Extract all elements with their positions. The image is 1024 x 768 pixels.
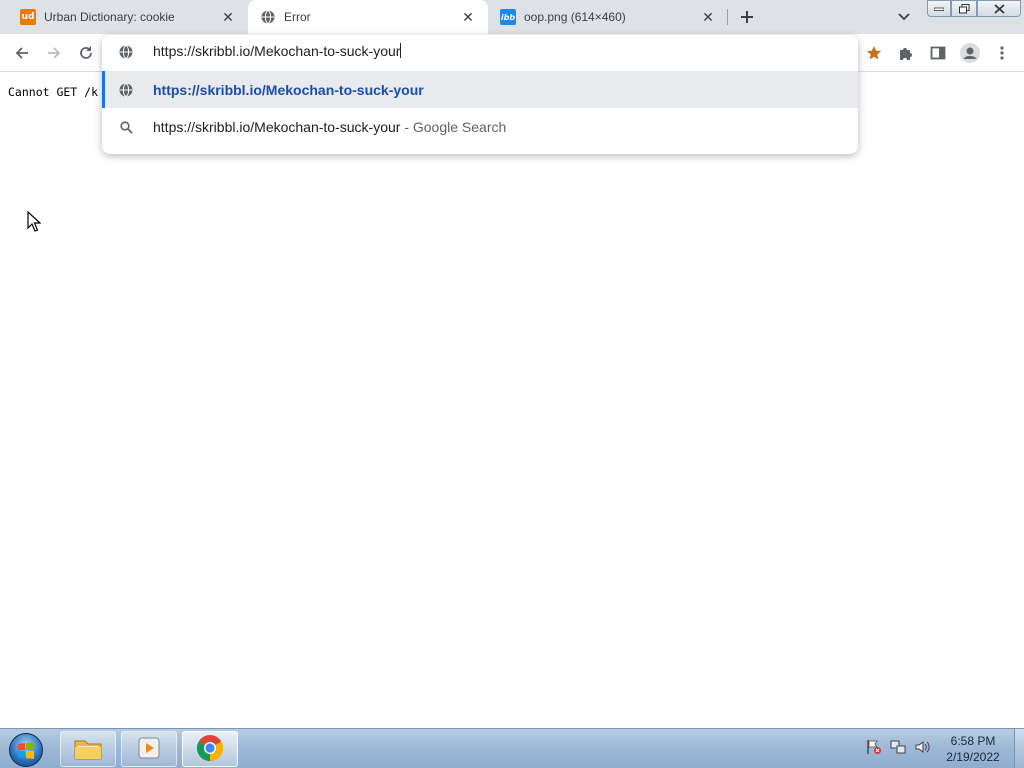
tab-separator [727,9,728,25]
profile-avatar-icon[interactable] [958,41,982,65]
address-input-value: https://skribbl.io/Mekochan-to-suck-your [153,43,401,59]
suggestion-description: - Google Search [400,118,507,135]
tab-title: Urban Dictionary: cookie [44,10,175,24]
suggestion-query: https://skribbl.io/Mekochan-to-suck-your [153,118,401,135]
close-window-button[interactable] [977,0,1021,17]
close-tab-icon[interactable]: ✕ [700,9,716,25]
start-button[interactable] [6,732,46,768]
chrome-icon [196,734,224,765]
tab-urban-dictionary[interactable]: ud Urban Dictionary: cookie ✕ [8,0,248,34]
new-tab-button[interactable] [735,5,759,29]
taskbar-explorer-button[interactable] [60,731,116,767]
close-tab-icon[interactable]: ✕ [220,9,236,25]
system-tray [866,739,930,755]
volume-speaker-icon[interactable] [914,739,930,755]
minimize-button[interactable] [927,0,951,17]
urban-dictionary-icon: ud [20,9,36,25]
globe-icon [118,82,134,98]
back-button[interactable] [10,41,34,65]
side-panel-icon[interactable] [926,41,950,65]
network-icon[interactable] [890,739,906,755]
tab-oop-png[interactable]: ibb oop.png (614×460) ✕ [488,0,728,34]
tab-title: Error [284,10,311,24]
extensions-puzzle-icon[interactable] [894,41,918,65]
menu-kebab-icon[interactable] [990,41,1014,65]
error-message: Cannot GET /k [8,85,99,99]
tab-strip: ud Urban Dictionary: cookie ✕ Error ✕ ib… [0,0,1024,34]
tab-title: oop.png (614×460) [524,10,626,24]
forward-button[interactable] [42,41,66,65]
address-input[interactable]: https://skribbl.io/Mekochan-to-suck-your [153,43,402,59]
globe-icon [260,9,276,25]
taskbar-clock[interactable]: 6:58 PM 2/19/2022 [936,733,1010,765]
taskbar-chrome-button[interactable] [182,731,238,767]
restore-button[interactable] [951,0,977,17]
close-tab-icon[interactable]: ✕ [460,9,476,25]
reload-button[interactable] [74,41,98,65]
tab-search-chevron-icon[interactable] [893,7,915,27]
folder-icon [73,735,103,764]
windows-logo-icon [9,733,43,767]
address-bar[interactable]: https://skribbl.io/Mekochan-to-suck-your [102,35,858,69]
suggestion-text: https://skribbl.io/Mekochan-to-suck-your [153,81,424,98]
show-desktop-button[interactable] [1014,729,1024,768]
action-center-flag-icon[interactable] [866,739,882,755]
omnibox-dropdown: https://skribbl.io/Mekochan-to-suck-your… [102,35,858,154]
media-player-icon [136,735,162,764]
windows-taskbar: 6:58 PM 2/19/2022 [0,728,1024,768]
search-icon [118,119,134,135]
suggestion-text: https://skribbl.io/Mekochan-to-suck-your… [153,119,506,135]
text-caret [400,43,402,58]
suggestion-url[interactable]: https://skribbl.io/Mekochan-to-suck-your [102,71,858,108]
bookmark-star-icon[interactable] [862,41,886,65]
tab-error[interactable]: Error ✕ [248,0,488,34]
globe-icon [118,44,134,60]
mouse-cursor-icon [27,210,42,235]
suggestion-search[interactable]: https://skribbl.io/Mekochan-to-suck-your… [102,108,858,145]
clock-time: 6:58 PM [950,734,996,748]
clock-date: 2/19/2022 [946,750,1000,764]
taskbar-media-player-button[interactable] [121,731,177,767]
imgbb-icon: ibb [500,9,516,25]
window-controls [927,0,1021,17]
